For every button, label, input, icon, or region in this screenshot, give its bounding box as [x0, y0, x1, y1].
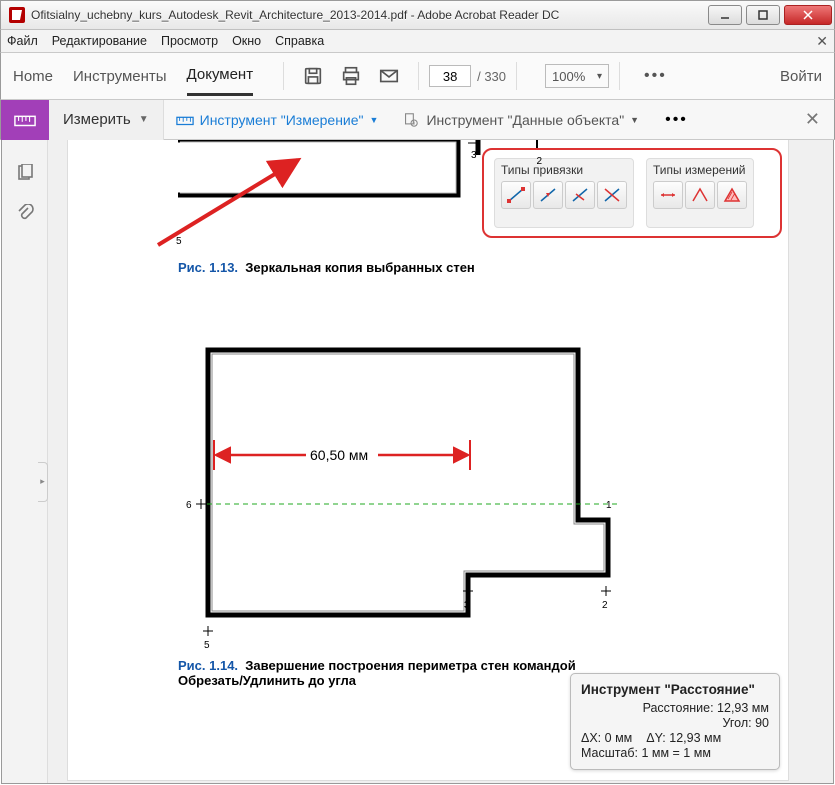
tab-tools[interactable]: Инструменты — [73, 68, 167, 85]
svg-text:2: 2 — [602, 600, 608, 611]
measure-toolbar: Измерить▼ Инструмент "Измерение"▼ Инстру… — [0, 100, 835, 140]
menu-close-x[interactable]: ✕ — [816, 33, 828, 50]
svg-text:3: 3 — [471, 150, 477, 161]
page-count: / 330 — [477, 69, 506, 84]
snap-endpoint-icon[interactable] — [501, 181, 531, 209]
page-viewport[interactable]: 3 5 Рис. 1.13. Зеркальная копия выбранны… — [48, 140, 833, 783]
window-titlebar: Ofitsialny_uchebny_kurs_Autodesk_Revit_A… — [0, 0, 835, 30]
measure-perimeter-icon[interactable] — [685, 181, 715, 209]
fig13-mark-2: 2 — [536, 156, 542, 167]
measure-dropdown[interactable]: Измерить▼ — [49, 100, 164, 140]
svg-text:5: 5 — [204, 640, 210, 650]
svg-text:1: 1 — [606, 500, 612, 511]
close-button[interactable] — [784, 5, 832, 25]
document-page: 3 5 Рис. 1.13. Зеркальная копия выбранны… — [68, 140, 788, 780]
svg-text:6: 6 — [186, 500, 192, 511]
measurement-tool-button[interactable]: Инструмент "Измерение"▼ — [164, 100, 391, 140]
measure-distance-icon[interactable] — [653, 181, 683, 209]
menu-help[interactable]: Справка — [275, 34, 324, 48]
svg-text:60,50 мм: 60,50 мм — [310, 447, 368, 463]
window-title: Ofitsialny_uchebny_kurs_Autodesk_Revit_A… — [31, 8, 559, 22]
maximize-button[interactable] — [746, 5, 780, 25]
menu-edit[interactable]: Редактирование — [52, 34, 147, 48]
snap-group-snap: Типы привязки — [494, 158, 634, 228]
fig14-caption: Рис. 1.14. Завершение построения перимет… — [178, 658, 578, 688]
snap-group-measure: Типы измерений — [646, 158, 754, 228]
minimize-button[interactable] — [708, 5, 742, 25]
svg-text:3: 3 — [464, 600, 470, 611]
attachment-icon[interactable] — [16, 204, 34, 222]
sub-close[interactable]: ✕ — [805, 109, 820, 130]
tab-home[interactable]: Home — [13, 68, 53, 85]
app-icon — [9, 7, 25, 23]
left-rail: ▸ — [2, 140, 48, 783]
main-toolbar: Home Инструменты Документ / 330 100%▾ ••… — [0, 52, 835, 100]
tab-document[interactable]: Документ — [187, 66, 254, 96]
menu-window[interactable]: Окно — [232, 34, 261, 48]
figure-1-14: 60,50 мм 6 1 3 2 5 — [178, 340, 618, 650]
save-icon[interactable] — [302, 65, 324, 87]
menu-bar: Файл Редактирование Просмотр Окно Справк… — [0, 30, 835, 52]
menu-file[interactable]: Файл — [7, 34, 38, 48]
snap-midpoint-icon[interactable] — [533, 181, 563, 209]
toolbar-more[interactable]: ••• — [644, 67, 667, 85]
distance-tool-panel: Инструмент "Расстояние" Расстояние: 12,9… — [570, 673, 780, 770]
sub-more[interactable]: ••• — [665, 111, 688, 129]
measure-panel-icon[interactable] — [1, 100, 49, 140]
object-data-tool-button[interactable]: Инструмент "Данные объекта"▼ — [390, 100, 651, 140]
print-icon[interactable] — [340, 65, 362, 87]
snap-edge-icon[interactable] — [565, 181, 595, 209]
measure-area-icon[interactable] — [717, 181, 747, 209]
signin-button[interactable]: Войти — [780, 68, 822, 85]
snap-intersection-icon[interactable] — [597, 181, 627, 209]
fig13-caption: Рис. 1.13. Зеркальная копия выбранных ст… — [178, 260, 475, 275]
zoom-dropdown[interactable]: 100%▾ — [545, 64, 609, 88]
thumbnails-icon[interactable] — [16, 164, 34, 182]
mail-icon[interactable] — [378, 65, 400, 87]
snap-types-popup: Типы привязки Типы измерений — [482, 148, 782, 238]
menu-view[interactable]: Просмотр — [161, 34, 218, 48]
rail-expand[interactable]: ▸ — [38, 462, 48, 502]
page-number-input[interactable] — [429, 65, 471, 87]
dist-title: Инструмент "Расстояние" — [581, 682, 769, 697]
fig13-mark-5: 5 — [176, 236, 182, 247]
